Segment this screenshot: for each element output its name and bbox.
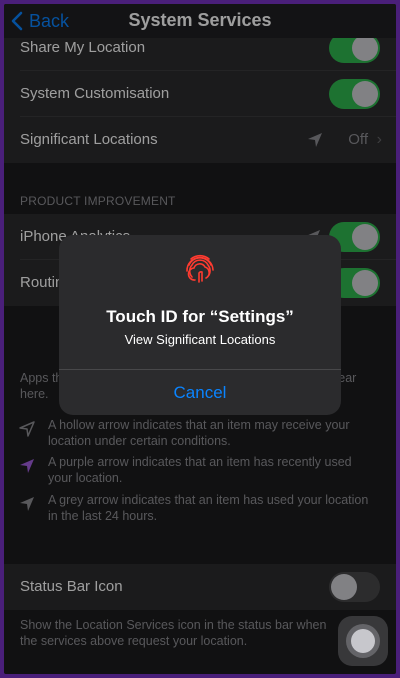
- screen: Back System Services Share My Location S…: [4, 4, 396, 674]
- touch-id-alert: Touch ID for “Settings” View Significant…: [59, 235, 341, 415]
- cancel-button[interactable]: Cancel: [59, 370, 341, 415]
- fingerprint-icon: [186, 254, 214, 283]
- assistive-touch-button[interactable]: [338, 616, 388, 666]
- alert-title: Touch ID for “Settings”: [106, 307, 294, 326]
- assistive-touch-dot: [351, 629, 375, 653]
- alert-message: View Significant Locations: [124, 332, 276, 347]
